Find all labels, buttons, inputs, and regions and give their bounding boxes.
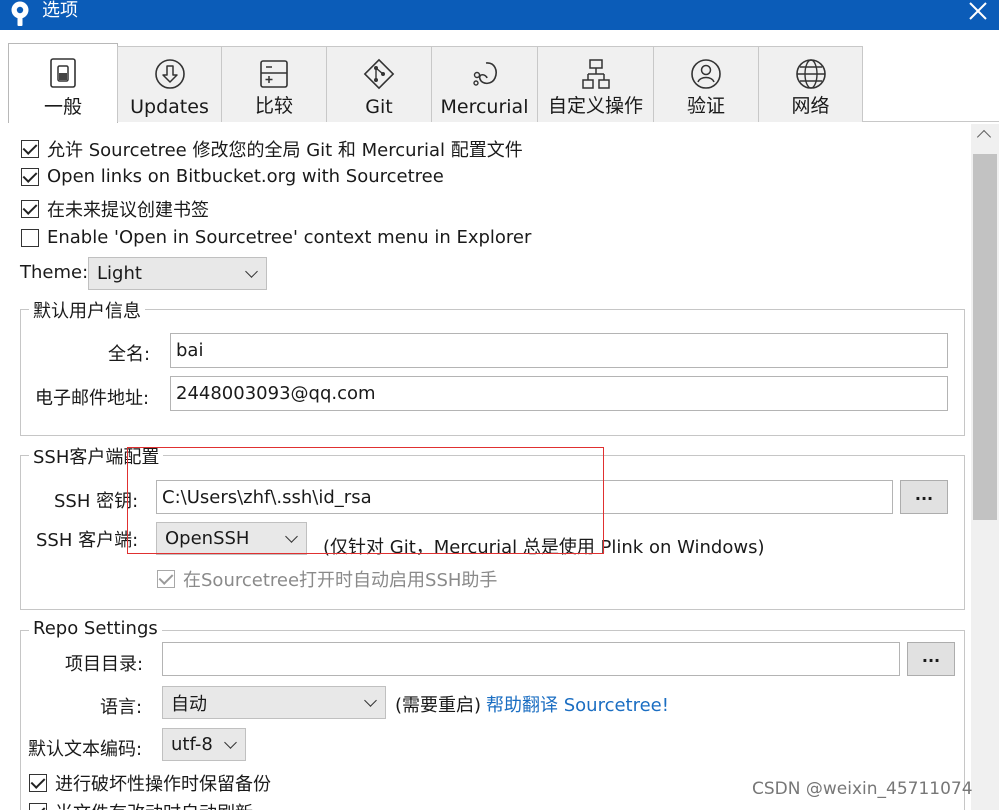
project-dir-label: 项目目录: [65,654,144,675]
sourcetree-icon [11,1,29,26]
tab-updates[interactable]: Updates [117,46,222,122]
fullname-field[interactable]: bai [170,333,948,368]
checkbox[interactable] [21,140,39,158]
theme-label: Theme: [20,262,89,283]
option-keep-backup[interactable]: 进行破坏性操作时保留备份 [29,770,271,796]
option-label: Enable 'Open in Sourcetree' context menu… [47,227,532,248]
checkbox[interactable] [29,774,47,792]
repo-settings-legend: Repo Settings [29,618,162,639]
encoding-value: utf-8 [171,734,213,755]
option-label: 允许 Sourcetree 修改您的全局 Git 和 Mercurial 配置文… [47,140,523,161]
option-auto-ssh-agent[interactable]: 在Sourcetree打开时自动启用SSH助手 [157,566,497,592]
checkbox[interactable] [21,228,39,247]
chevron-down-icon [224,735,237,749]
checkbox[interactable] [21,200,39,218]
chevron-down-icon [285,529,298,543]
general-icon [50,58,76,88]
encoding-label: 默认文本编码: [28,739,143,760]
restart-note: (需要重启) [395,695,482,716]
language-label: 语言: [100,697,143,718]
checkbox[interactable] [29,803,47,810]
option-auto-refresh[interactable]: 当文件有改动时自动刷新 [29,799,253,810]
user-info-group: 默认用户信息 [20,297,965,436]
title-bar: 选项 [0,0,999,30]
language-value: 自动 [171,693,207,715]
checkbox[interactable] [21,167,39,186]
option-allow-modify-config[interactable]: 允许 Sourcetree 修改您的全局 Git 和 Mercurial 配置文… [21,136,523,162]
user-circle-icon [691,59,721,89]
option-label: 在未来提议创建书签 [47,200,209,221]
option-explorer-context-menu[interactable]: Enable 'Open in Sourcetree' context menu… [21,227,531,248]
project-dir-browse-button[interactable]: ... [907,642,955,676]
tab-git[interactable]: Git [326,46,432,122]
ssh-key-label: SSH 密钥: [54,491,139,512]
checkbox[interactable] [157,570,175,588]
email-label: 电子邮件地址: [35,388,150,409]
option-label: Open links on Bitbucket.org with Sourcet… [47,166,444,187]
custom-actions-icon [581,59,610,89]
tab-label: 自定义操作 [547,95,643,117]
tab-network[interactable]: 网络 [758,46,863,122]
tab-general[interactable]: 一般 [8,43,118,123]
chevron-down-icon [245,264,258,278]
tab-custom-actions[interactable]: 自定义操作 [537,46,654,122]
user-info-legend: 默认用户信息 [29,297,145,323]
diff-icon [260,60,288,88]
email-field[interactable]: 2448003093@qq.com [170,376,948,411]
chevron-down-icon [364,693,377,707]
tab-label: Git [365,96,393,118]
globe-icon [795,59,826,89]
ssh-client-label: SSH 客户端: [36,530,139,551]
option-open-bitbucket-links[interactable]: Open links on Bitbucket.org with Sourcet… [21,166,444,187]
tab-label: 比较 [254,95,293,117]
translate-link[interactable]: 帮助翻译 Sourcetree! [486,691,669,717]
tab-label: Mercurial [440,96,529,118]
option-label: 在Sourcetree打开时自动启用SSH助手 [183,570,498,591]
theme-value: Light [97,263,142,284]
encoding-select[interactable]: utf-8 [162,728,246,761]
close-icon[interactable] [967,0,989,22]
project-dir-field[interactable] [162,642,900,676]
tab-mercurial[interactable]: Mercurial [431,46,538,122]
ssh-key-field[interactable]: C:\Users\zhf\.ssh\id_rsa [156,480,893,514]
mercurial-icon [472,62,497,86]
tab-label: 一般 [43,96,82,118]
option-suggest-bookmarks[interactable]: 在未来提议创建书签 [21,196,209,222]
tab-label: Updates [130,96,209,118]
window-title: 选项 [42,0,78,21]
tab-diff[interactable]: 比较 [221,46,327,122]
tab-authentication[interactable]: 验证 [653,46,759,122]
language-select[interactable]: 自动 [162,686,386,719]
vertical-scrollbar[interactable] [971,124,999,810]
ssh-client-value: OpenSSH [165,528,250,549]
watermark: CSDN @weixin_45711074 [752,779,973,799]
tab-label: 网络 [791,95,830,117]
ssh-client-note: (仅针对 Git，Mercurial 总是使用 Plink on Windows… [323,537,765,558]
theme-select[interactable]: Light [88,257,267,290]
scrollbar-thumb[interactable] [973,154,997,520]
fullname-label: 全名: [108,344,151,365]
option-label: 当文件有改动时自动刷新 [55,799,253,810]
download-circle-icon [154,59,185,89]
tab-label: 验证 [686,95,725,117]
ssh-client-select[interactable]: OpenSSH [156,522,307,555]
option-label: 进行破坏性操作时保留备份 [55,774,271,795]
ssh-legend: SSH客户端配置 [29,443,164,469]
git-icon [363,58,395,90]
ssh-key-browse-button[interactable]: ... [900,480,948,514]
scroll-up-icon[interactable] [976,129,992,145]
